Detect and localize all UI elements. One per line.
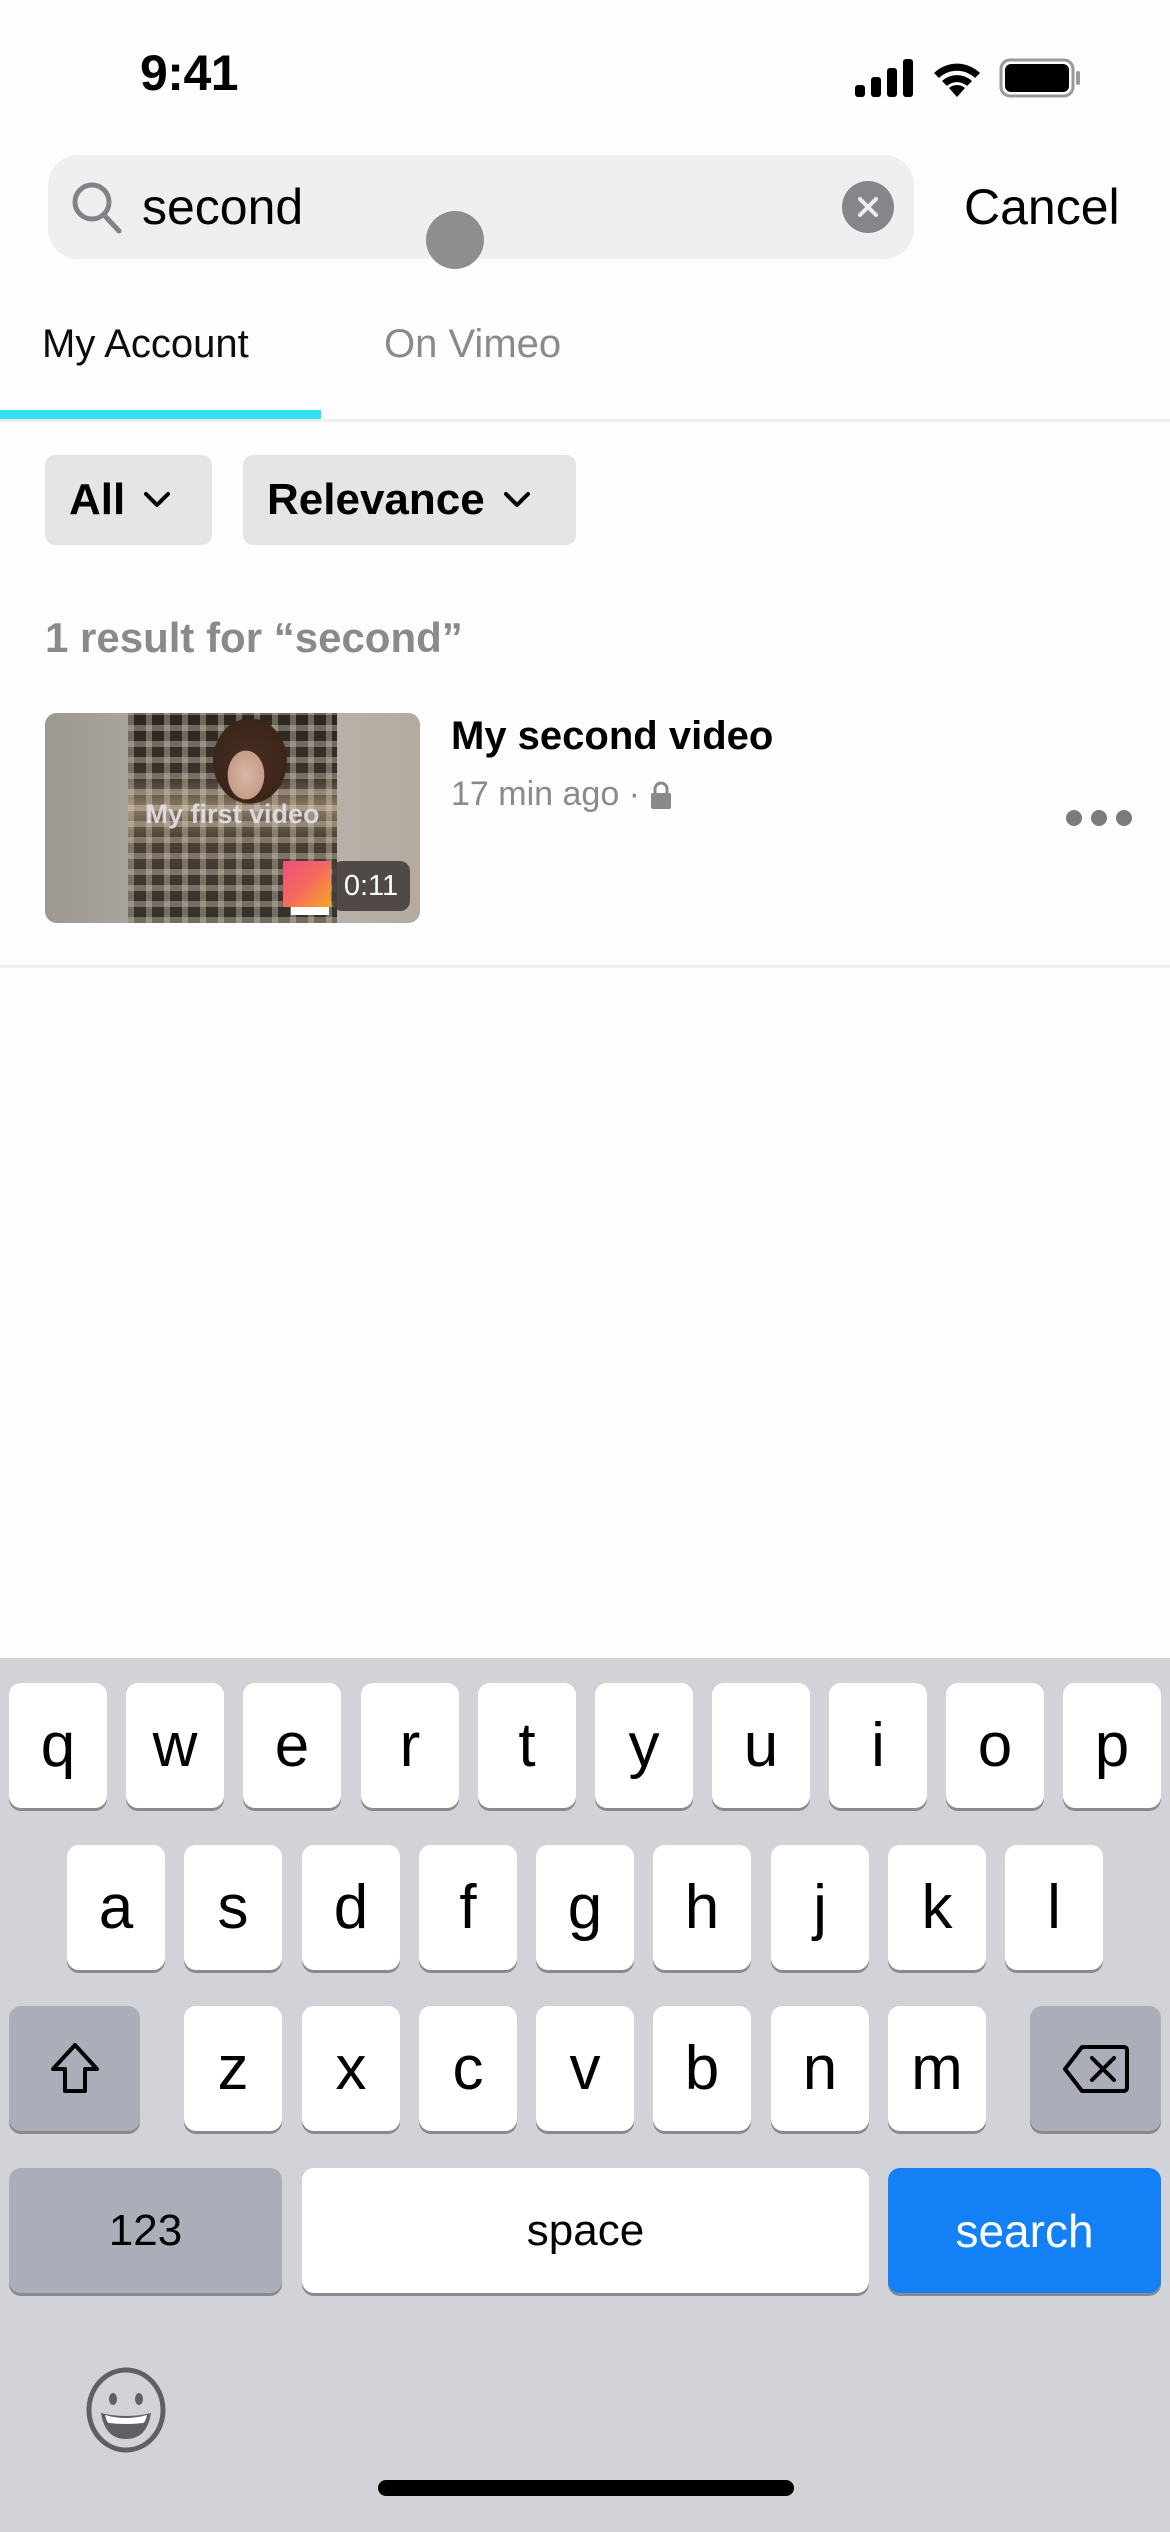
duration-badge: 0:11 [332, 861, 410, 911]
key-a[interactable]: a [67, 1845, 165, 1970]
video-timestamp: 17 min ago · [451, 775, 640, 813]
type-filter-dropdown[interactable]: All [45, 455, 212, 545]
key-h[interactable]: h [653, 1845, 751, 1970]
key-e[interactable]: e [243, 1683, 341, 1808]
more-dot [1091, 810, 1107, 826]
key-c[interactable]: c [419, 2006, 517, 2131]
chevron-down-icon [144, 492, 171, 507]
list-divider [0, 965, 1170, 968]
type-filter-label: All [69, 475, 126, 524]
key-u[interactable]: u [712, 1683, 810, 1808]
active-tab-indicator [0, 410, 321, 419]
key-g[interactable]: g [536, 1845, 634, 1970]
key-f[interactable]: f [419, 1845, 517, 1970]
key-i[interactable]: i [829, 1683, 927, 1808]
status-time: 9:41 [140, 45, 239, 101]
search-input[interactable]: second [142, 178, 303, 236]
thumbnail-overlay-text: My first video [145, 799, 320, 829]
key-b[interactable]: b [653, 2006, 751, 2131]
key-r[interactable]: r [361, 1683, 459, 1808]
backspace-key[interactable] [1030, 2006, 1161, 2131]
tab-on-vimeo[interactable]: On Vimeo [384, 322, 561, 367]
chevron-down-icon [503, 492, 530, 507]
key-x[interactable]: x [302, 2006, 400, 2131]
keyboard: q w e r t y u i o p a s d f g h j k l z … [0, 1658, 1170, 2532]
key-k[interactable]: k [888, 1845, 986, 1970]
clear-search-button[interactable] [842, 181, 894, 233]
status-icons [855, 58, 1081, 98]
key-s[interactable]: s [184, 1845, 282, 1970]
result-count: 1 result for “second” [45, 614, 463, 661]
key-l[interactable]: l [1005, 1845, 1103, 1970]
touch-indicator [426, 211, 484, 269]
sort-filter-dropdown[interactable]: Relevance [243, 455, 576, 545]
sort-filter-label: Relevance [267, 475, 485, 524]
tab-my-account[interactable]: My Account [42, 322, 249, 367]
search-icon [72, 182, 122, 234]
key-m[interactable]: m [888, 2006, 986, 2131]
video-meta: 17 min ago · [451, 775, 672, 814]
key-p[interactable]: p [1063, 1683, 1161, 1808]
clear-icon [858, 197, 878, 217]
numbers-key[interactable]: 123 [9, 2168, 282, 2293]
more-dot [1116, 810, 1132, 826]
key-w[interactable]: w [126, 1683, 224, 1808]
backspace-icon [1062, 2044, 1129, 2093]
space-key[interactable]: space [302, 2168, 869, 2293]
key-v[interactable]: v [536, 2006, 634, 2131]
key-y[interactable]: y [595, 1683, 693, 1808]
key-o[interactable]: o [946, 1683, 1044, 1808]
battery-icon [999, 58, 1080, 98]
tab-divider [0, 419, 1170, 422]
more-dot [1066, 810, 1082, 826]
cellular-signal-icon [855, 59, 913, 97]
key-z[interactable]: z [184, 2006, 282, 2131]
search-key[interactable]: search [888, 2168, 1161, 2293]
app-logo-icon [283, 861, 331, 907]
video-thumbnail[interactable]: My first video 0:11 [45, 713, 420, 923]
key-q[interactable]: q [9, 1683, 107, 1808]
key-d[interactable]: d [302, 1845, 400, 1970]
wifi-icon [934, 63, 980, 97]
cancel-button[interactable]: Cancel [964, 178, 1120, 236]
home-indicator[interactable] [378, 2480, 794, 2496]
key-t[interactable]: t [478, 1683, 576, 1808]
key-j[interactable]: j [771, 1845, 869, 1970]
shift-key[interactable] [9, 2006, 140, 2131]
emoji-icon[interactable] [85, 2367, 167, 2453]
more-options-button[interactable] [1066, 806, 1132, 830]
video-title[interactable]: My second video [451, 714, 773, 759]
shift-icon [50, 2042, 99, 2093]
key-n[interactable]: n [771, 2006, 869, 2131]
lock-icon [651, 781, 671, 809]
